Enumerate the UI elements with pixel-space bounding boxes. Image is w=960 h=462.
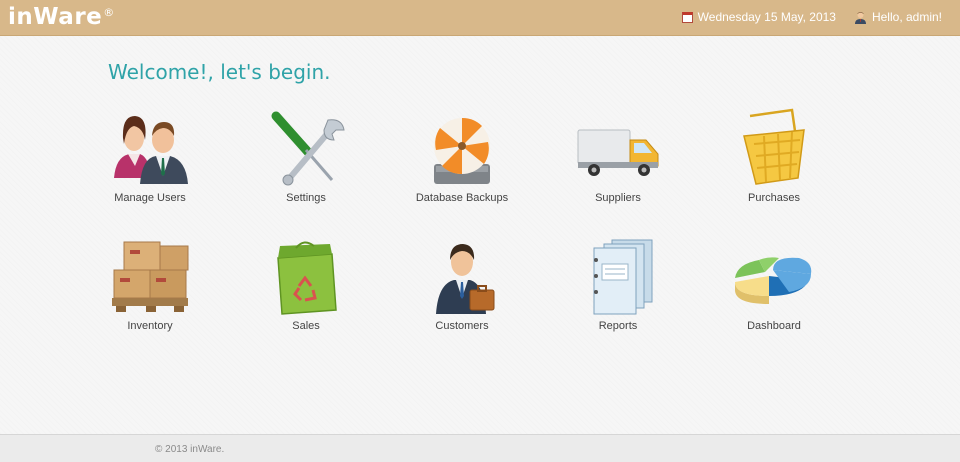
user-icon: [854, 11, 866, 24]
tile-label: Suppliers: [595, 192, 641, 204]
top-bar: inWare® Wednesday 15 May, 2013 Hello, ad…: [0, 0, 960, 36]
tile-customers[interactable]: Customers: [397, 236, 527, 346]
tile-purchases[interactable]: Purchases: [709, 108, 839, 218]
bag-icon: [277, 241, 337, 315]
tile-sales[interactable]: Sales: [241, 236, 371, 346]
registered-mark: ®: [103, 6, 115, 19]
tile-label: Reports: [598, 320, 638, 332]
tile-suppliers[interactable]: Suppliers: [553, 108, 683, 218]
tile-label: Dashboard: [747, 320, 801, 332]
tile-manage-users[interactable]: Manage Users: [85, 108, 215, 218]
user-greeting[interactable]: Hello, admin!: [854, 10, 942, 24]
tile-label: Purchases: [748, 192, 800, 204]
welcome-heading: Welcome!, let's begin.: [108, 60, 331, 84]
greeting-text: Hello, admin!: [871, 10, 942, 24]
users-icon: [114, 116, 188, 184]
basket-icon: [743, 108, 805, 185]
binders-icon: [593, 239, 653, 315]
tile-label: Settings: [286, 192, 326, 204]
tile-label: Database Backups: [415, 192, 509, 204]
top-right-info: Wednesday 15 May, 2013 Hello, admin!: [681, 10, 942, 24]
tile-settings[interactable]: Settings: [241, 108, 371, 218]
tile-reports[interactable]: Reports: [553, 236, 683, 346]
tile-dashboard[interactable]: Dashboard: [709, 236, 839, 346]
boxes-icon: [112, 241, 189, 312]
database-backup-icon: [434, 117, 490, 184]
brand-name: inWare: [8, 4, 103, 30]
truck-icon: [577, 129, 659, 176]
tile-label: Manage Users: [114, 192, 186, 204]
pie-chart-icon: [735, 257, 812, 304]
tile-inventory[interactable]: Inventory: [85, 236, 215, 346]
footer: © 2013 inWare.: [0, 434, 960, 462]
tile-database-backups[interactable]: Database Backups: [397, 108, 527, 218]
tile-label: Customers: [435, 320, 489, 332]
copyright-text: © 2013 inWare.: [155, 444, 225, 455]
tile-label: Inventory: [127, 320, 173, 332]
tools-icon: [271, 111, 345, 186]
calendar-icon: [681, 11, 693, 23]
businessman-icon: [436, 244, 495, 314]
tile-label: Sales: [292, 320, 320, 332]
brand-logo[interactable]: inWare®: [8, 4, 114, 30]
date-display: Wednesday 15 May, 2013: [681, 10, 836, 24]
date-text: Wednesday 15 May, 2013: [697, 10, 836, 24]
